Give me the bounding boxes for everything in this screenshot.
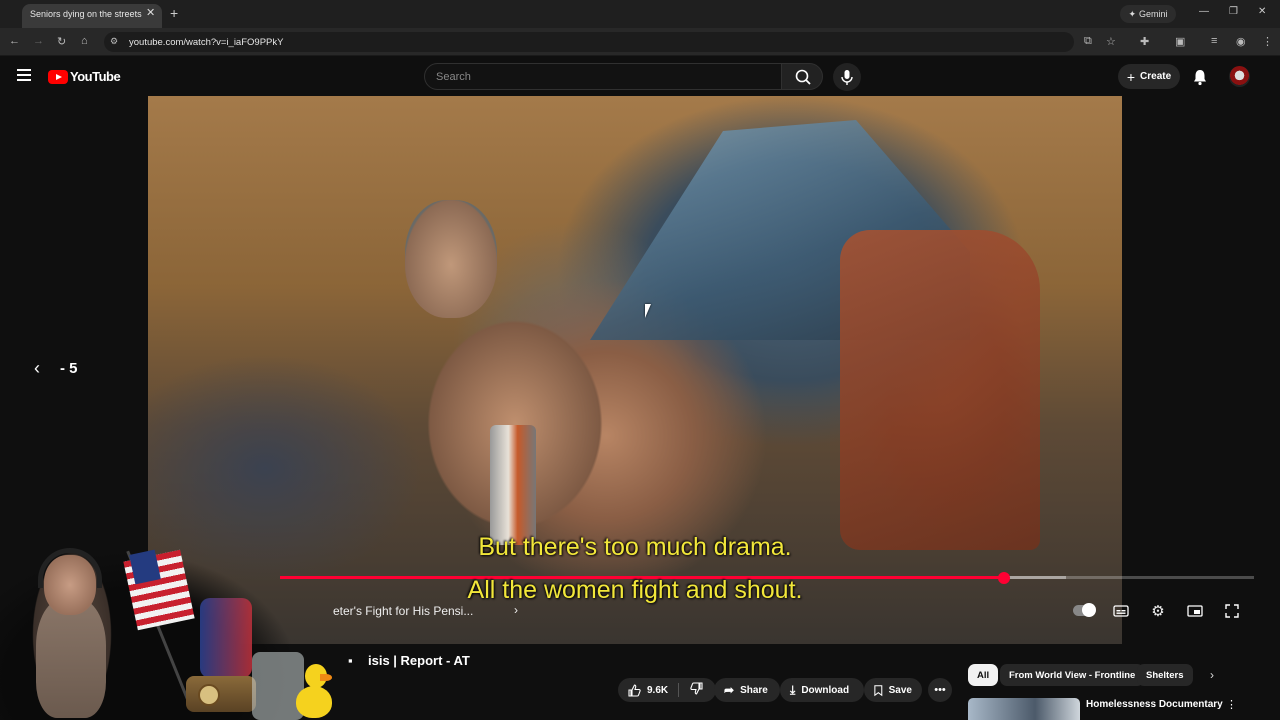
sparkle-icon: ✦ <box>1128 8 1137 19</box>
like-dislike-button[interactable]: 9.6K <box>618 678 716 702</box>
minimize-icon[interactable]: — <box>1199 6 1209 17</box>
download-button[interactable]: ⤓ Download <box>780 678 864 702</box>
filter-chip-all[interactable]: All <box>968 664 999 686</box>
hamburger-menu-icon[interactable] <box>17 69 31 81</box>
rubber-duck-icon <box>296 686 332 718</box>
create-label: Create <box>1140 71 1172 82</box>
extensions-icon[interactable]: ✚ <box>1140 35 1149 48</box>
browser-tab-title: Seniors dying on the streets: U <box>30 9 142 19</box>
patriotic-hat-decoration <box>200 598 252 678</box>
new-tab-icon[interactable]: + <box>170 5 178 21</box>
recommendation-thumbnail[interactable] <box>968 698 1080 720</box>
glass-jar-decoration <box>252 652 304 720</box>
browser-menu-icon[interactable]: ⋮ <box>1262 35 1273 48</box>
seek-back-indicator: - 5 <box>60 360 78 377</box>
share-arrow-icon: ➦ <box>724 683 735 697</box>
autoplay-toggle[interactable] <box>1073 603 1096 617</box>
webcam-streamer-beard <box>36 598 106 718</box>
search-input[interactable] <box>424 63 782 90</box>
more-actions-icon[interactable]: ••• <box>928 678 952 702</box>
recommendation-title[interactable]: Homelessness Documentary <box>1086 699 1223 710</box>
video-frame-person-head <box>405 200 497 318</box>
chevron-left-icon[interactable]: ‹ <box>34 358 40 379</box>
thumbs-down-icon[interactable] <box>690 682 703 698</box>
url-text[interactable]: youtube.com/watch?v=i_iaFO9PPkY <box>129 37 283 48</box>
subtitles-cc-icon[interactable] <box>1112 602 1130 620</box>
restore-icon[interactable]: ❐ <box>1229 6 1238 17</box>
gemini-label: Gemini <box>1139 9 1168 19</box>
save-button[interactable]: Save <box>864 678 922 702</box>
share-label: Share <box>740 684 768 696</box>
recommendation-menu-icon[interactable]: ⋮ <box>1226 698 1237 711</box>
like-divider <box>678 683 679 697</box>
search-button[interactable] <box>781 63 823 90</box>
vintage-radio-decoration <box>186 676 256 712</box>
microphone-icon <box>841 70 853 85</box>
search-icon <box>795 69 811 85</box>
youtube-logo-icon[interactable] <box>48 70 68 84</box>
media-controls-icon[interactable]: ≡ <box>1211 35 1217 47</box>
side-panel-icon[interactable]: ▣ <box>1175 35 1185 48</box>
bookmark-icon <box>874 684 883 696</box>
chips-next-chevron-icon[interactable]: › <box>1210 668 1214 682</box>
chevron-right-icon[interactable]: › <box>514 603 518 617</box>
filter-chip-shelters[interactable]: Shelters <box>1137 664 1193 686</box>
fullscreen-icon[interactable] <box>1223 602 1241 620</box>
settings-gear-icon[interactable]: ⚙ <box>1149 602 1167 620</box>
plus-icon: + <box>1126 68 1136 85</box>
radio-dial <box>198 684 220 706</box>
video-frame-can <box>490 425 536 545</box>
save-label: Save <box>888 684 912 696</box>
forward-icon[interactable]: → <box>33 35 44 47</box>
rubber-duck-beak <box>320 674 332 681</box>
mouse-cursor-icon <box>645 304 651 318</box>
video-title: isis | Report - AT <box>368 653 470 668</box>
thumbs-up-icon <box>628 683 641 697</box>
download-label: Download <box>801 684 850 696</box>
site-info-icon[interactable]: ⚙ <box>110 36 118 47</box>
download-icon: ⤓ <box>790 682 796 697</box>
like-count: 9.6K <box>647 684 669 696</box>
miniplayer-icon[interactable] <box>1186 602 1204 620</box>
share-button[interactable]: ➦ Share <box>714 678 780 702</box>
home-icon[interactable]: ⌂ <box>81 35 88 47</box>
profile-icon[interactable]: ◉ <box>1236 35 1246 48</box>
bookmark-star-icon[interactable]: ☆ <box>1106 35 1116 48</box>
install-app-icon[interactable]: ⧉ <box>1084 35 1092 48</box>
gemini-button[interactable]: ✦ Gemini <box>1120 5 1176 23</box>
browser-tab-bar <box>0 0 1280 28</box>
account-avatar[interactable] <box>1229 66 1250 87</box>
create-button[interactable]: + Create <box>1118 64 1180 89</box>
close-window-icon[interactable]: ✕ <box>1258 6 1266 17</box>
back-icon[interactable]: ← <box>9 35 20 47</box>
reload-icon[interactable]: ↻ <box>57 35 66 48</box>
filter-chip-frontline[interactable]: From World View - Frontline <box>1000 664 1145 686</box>
notifications-bell-icon[interactable] <box>1192 68 1208 91</box>
tab-close-icon[interactable]: ✕ <box>146 6 155 19</box>
youtube-logo-text[interactable]: YouTube <box>70 69 121 84</box>
video-frame-towel <box>840 230 1040 550</box>
voice-search-button[interactable] <box>833 63 861 91</box>
